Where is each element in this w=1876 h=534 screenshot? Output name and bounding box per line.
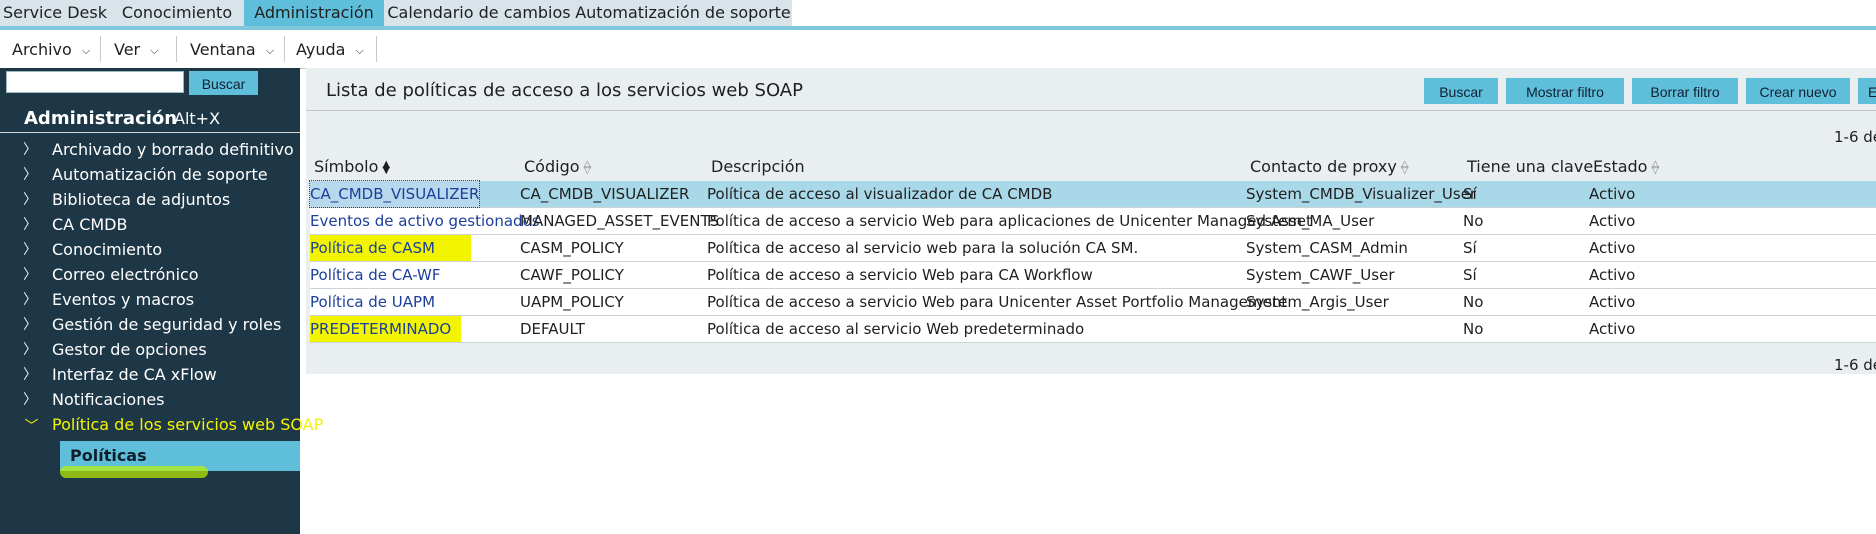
- sort-icon: △ ▽: [1400, 158, 1409, 176]
- tab-conocimiento[interactable]: Conocimiento: [110, 0, 246, 26]
- table-row[interactable]: Política de UAPM UAPM_POLICY Política de…: [310, 289, 1876, 316]
- sidebar-search-button[interactable]: Buscar: [189, 71, 258, 95]
- row-simbolo-link[interactable]: Política de UAPM: [310, 289, 435, 315]
- sidebar: Buscar Administración Alt+X 〉 Archivado y…: [0, 68, 323, 534]
- table-row[interactable]: PREDETERMINADO DEFAULT Política de acces…: [310, 316, 1876, 343]
- row-estado: Activo: [1589, 212, 1636, 230]
- row-contacto: System_CAWF_User: [1246, 266, 1395, 284]
- column-header-estado[interactable]: Estado △ ▽: [1593, 154, 1659, 180]
- sidebar-item-label: Política de los servicios web SOAP: [52, 415, 324, 434]
- row-descripcion: Política de acceso a servicio Web para C…: [707, 266, 1093, 284]
- sort-icon: △ ▽: [583, 158, 592, 176]
- table-row[interactable]: Eventos de activo gestionados MANAGED_AS…: [310, 208, 1876, 235]
- row-descripcion: Política de acceso al servicio web para …: [707, 239, 1139, 257]
- row-codigo: UAPM_POLICY: [520, 293, 624, 311]
- row-clave: No: [1463, 212, 1484, 230]
- row-contacto: System_Argis_User: [1246, 293, 1389, 311]
- sidebar-divider: [0, 132, 300, 133]
- row-descripcion: Política de acceso al visualizador de CA…: [707, 185, 1053, 203]
- column-header-contacto[interactable]: Contacto de proxy △ ▽: [1250, 154, 1409, 180]
- row-clave: Sí: [1463, 239, 1477, 257]
- top-tabbar: Service Desk Conocimiento Administración…: [0, 0, 1876, 30]
- menu-divider: [376, 36, 377, 62]
- menu-bar: Archivo ⌵ Ver ⌵ Ventana ⌵ Ayuda ⌵: [0, 30, 1876, 69]
- row-contacto: System_CMDB_Visualizer_User: [1246, 185, 1477, 203]
- page-title: Lista de políticas de acceso a los servi…: [326, 80, 803, 101]
- row-simbolo-link[interactable]: CA_CMDB_VISUALIZER: [308, 180, 481, 208]
- pagination-count-top: 1-6 de: [1834, 128, 1876, 146]
- chevron-down-icon: ⌵: [265, 44, 275, 57]
- table-row[interactable]: Política de CA-WF CAWF_POLICY Política d…: [310, 262, 1876, 289]
- sidebar-search-input[interactable]: [6, 71, 184, 93]
- show-filter-button[interactable]: Mostrar filtro: [1506, 78, 1624, 104]
- row-estado: Activo: [1589, 293, 1636, 311]
- row-descripcion: Política de acceso a servicio Web para U…: [707, 293, 1288, 311]
- tab-administracion[interactable]: Administración: [244, 0, 386, 26]
- row-estado: Activo: [1589, 266, 1636, 284]
- tab-automatizacion-soporte[interactable]: Automatización de soporte: [574, 0, 794, 26]
- row-contacto: System_MA_User: [1246, 212, 1375, 230]
- row-clave: Sí: [1463, 266, 1477, 284]
- row-contacto: System_CASM_Admin: [1246, 239, 1408, 257]
- chevron-down-icon: 〉: [22, 418, 38, 432]
- table-row[interactable]: CA_CMDB_VISUALIZER CA_CMDB_VISUALIZER Po…: [308, 180, 1876, 208]
- row-simbolo-link[interactable]: Eventos de activo gestionados: [310, 208, 540, 234]
- row-descripcion: Política de acceso a servicio Web para a…: [707, 212, 1312, 230]
- menu-divider: [176, 36, 177, 62]
- row-simbolo-link[interactable]: Política de CA-WF: [310, 262, 440, 288]
- row-descripcion: Política de acceso al servicio Web prede…: [707, 320, 1085, 338]
- column-header-label: Descripción: [711, 157, 805, 176]
- menu-archivo[interactable]: Archivo ⌵: [0, 30, 96, 68]
- pagination-count-bottom: 1-6 de: [1834, 356, 1876, 374]
- tab-service-desk[interactable]: Service Desk: [0, 0, 112, 26]
- create-new-button[interactable]: Crear nuevo: [1746, 78, 1850, 104]
- chevron-down-icon: ⌵: [81, 44, 91, 57]
- column-header-descripcion[interactable]: Descripción: [711, 154, 805, 180]
- menu-ayuda[interactable]: Ayuda ⌵: [284, 30, 388, 68]
- row-estado: Activo: [1589, 239, 1636, 257]
- column-header-label: Código: [524, 157, 580, 176]
- row-clave: Sí: [1463, 185, 1477, 203]
- sort-icon: △ ▽: [1651, 158, 1660, 176]
- search-button[interactable]: Buscar: [1424, 78, 1498, 104]
- row-simbolo-link[interactable]: Política de CASM: [310, 235, 471, 261]
- row-codigo: CASM_POLICY: [520, 239, 624, 257]
- menu-divider: [100, 36, 101, 62]
- row-estado: Activo: [1589, 320, 1636, 338]
- row-estado: Activo: [1589, 185, 1636, 203]
- row-codigo: CAWF_POLICY: [520, 266, 624, 284]
- menu-ventana[interactable]: Ventana ⌵: [178, 30, 294, 68]
- column-header-simbolo[interactable]: Símbolo ▲ ▼: [314, 154, 390, 180]
- content-panel: Lista de políticas de acceso a los servi…: [306, 68, 1876, 374]
- row-clave: No: [1463, 320, 1484, 338]
- tab-calendario-cambios[interactable]: Calendario de cambios: [384, 0, 576, 26]
- column-header-codigo[interactable]: Código △ ▽: [524, 154, 591, 180]
- sort-asc-icon: ▲ ▼: [382, 158, 391, 176]
- annotation-stroke: [60, 466, 208, 478]
- clear-filter-button[interactable]: Borrar filtro: [1632, 78, 1738, 104]
- header-divider: [306, 110, 1876, 111]
- chevron-down-icon: ⌵: [355, 44, 364, 57]
- chevron-down-icon: ⌵: [150, 44, 159, 57]
- menu-ver-label: Ver: [114, 40, 141, 59]
- row-codigo: MANAGED_ASSET_EVENTS: [520, 212, 720, 230]
- menu-ventana-label: Ventana: [190, 40, 256, 59]
- row-codigo: DEFAULT: [520, 320, 585, 338]
- export-button[interactable]: Exportar: [1858, 78, 1876, 104]
- column-header-label: Contacto de proxy: [1250, 157, 1397, 176]
- column-header-label: Tiene una clave: [1467, 157, 1594, 176]
- column-header-clave[interactable]: Tiene una clave: [1467, 154, 1593, 180]
- row-simbolo-link[interactable]: PREDETERMINADO: [310, 316, 462, 342]
- row-codigo: CA_CMDB_VISUALIZER: [520, 185, 690, 203]
- sidebar-shortcut: Alt+X: [174, 109, 221, 128]
- row-clave: No: [1463, 293, 1484, 311]
- menu-archivo-label: Archivo: [12, 40, 72, 59]
- column-header-label: Estado: [1593, 157, 1648, 176]
- sidebar-item-soap-policy[interactable]: 〉 Política de los servicios web SOAP: [0, 410, 323, 440]
- menu-ver[interactable]: Ver ⌵: [102, 30, 186, 68]
- sidebar-title: Administración: [24, 108, 178, 129]
- table-row[interactable]: Política de CASM CASM_POLICY Política de…: [310, 235, 1876, 262]
- column-header-label: Símbolo: [314, 157, 379, 176]
- menu-ayuda-label: Ayuda: [296, 40, 346, 59]
